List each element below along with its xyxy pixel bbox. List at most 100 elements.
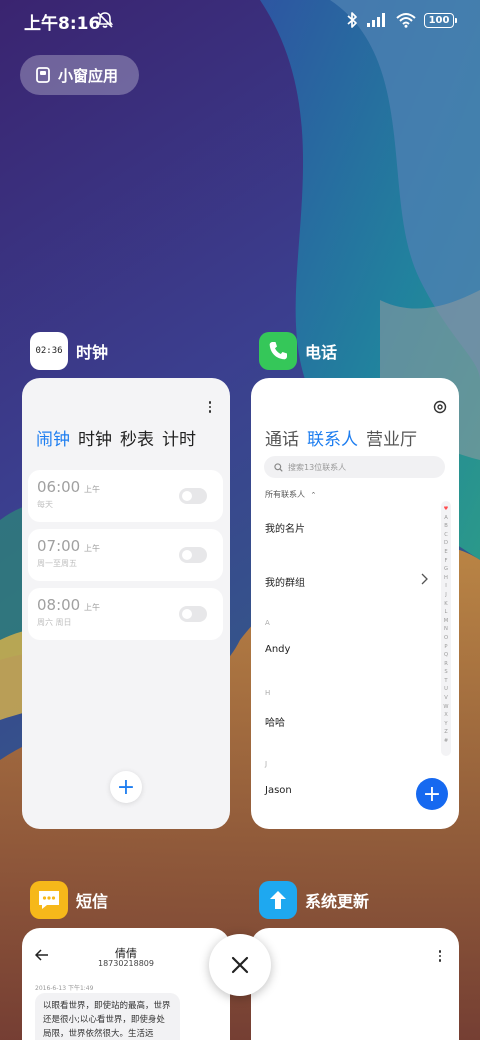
- alarm-repeat: 每天: [37, 500, 53, 509]
- index-letter[interactable]: V: [444, 694, 448, 703]
- index-letter[interactable]: #: [444, 737, 448, 746]
- clock-app-header[interactable]: 02:36 时钟: [30, 332, 108, 370]
- contact-row[interactable]: Andy: [265, 644, 290, 655]
- phone-app-header[interactable]: 电话: [259, 332, 337, 370]
- index-letter[interactable]: B: [444, 522, 448, 531]
- alarm-toggle[interactable]: [179, 547, 207, 563]
- alarm-item[interactable]: 08:00 上午 周六 周日: [28, 588, 223, 640]
- sms-app-icon: [30, 881, 68, 919]
- index-letter[interactable]: O: [444, 634, 448, 643]
- status-time: 上午8:16: [24, 14, 101, 34]
- index-letter[interactable]: W: [443, 703, 448, 712]
- phone-app-card[interactable]: 通话 联系人 营业厅 搜索13位联系人 所有联系人 ⌃ 我的名片 我的群组 A …: [251, 378, 459, 829]
- index-letter[interactable]: K: [444, 600, 447, 609]
- update-app-card[interactable]: [251, 928, 459, 1040]
- contacts-filter-dropdown[interactable]: 所有联系人 ⌃: [265, 489, 316, 500]
- update-app-title: 系统更新: [305, 892, 370, 911]
- tab-calls[interactable]: 通话: [265, 425, 299, 450]
- index-letter[interactable]: L: [445, 608, 448, 617]
- settings-icon[interactable]: [433, 400, 447, 414]
- small-window-apps-label: 小窗应用: [58, 66, 119, 85]
- index-letter[interactable]: Y: [444, 720, 447, 729]
- more-options-icon[interactable]: [203, 400, 217, 414]
- index-letter[interactable]: X: [444, 711, 448, 720]
- alarm-repeat: 周六 周日: [37, 618, 72, 627]
- my-card-row[interactable]: 我的名片: [265, 520, 305, 535]
- do-not-disturb-icon: [96, 12, 114, 28]
- contact-row[interactable]: 哈哈: [265, 714, 285, 729]
- battery-icon: 100: [424, 12, 457, 28]
- index-letter[interactable]: C: [444, 531, 448, 540]
- chevron-updown-icon: ⌃: [310, 491, 317, 499]
- more-options-icon[interactable]: [433, 949, 447, 963]
- index-letter[interactable]: I: [445, 582, 447, 591]
- sms-app-title: 短信: [76, 892, 109, 911]
- phone-icon: [269, 342, 287, 360]
- section-header: J: [265, 760, 268, 768]
- small-window-apps-button[interactable]: 小窗应用: [20, 55, 139, 95]
- clock-tabs: 闹钟 时钟 秒表 计时: [36, 425, 196, 450]
- conversation-contact-number: 18730218809: [98, 959, 154, 968]
- add-alarm-button[interactable]: +: [110, 771, 142, 803]
- index-letter[interactable]: P: [444, 643, 447, 652]
- index-letter[interactable]: E: [444, 548, 447, 557]
- arrow-up-icon: [270, 891, 286, 909]
- message-icon: [39, 891, 59, 909]
- alarm-item[interactable]: 06:00 上午 每天: [28, 470, 223, 522]
- index-letter[interactable]: F: [445, 557, 448, 566]
- wifi-icon: [396, 13, 416, 28]
- tab-timer[interactable]: 计时: [162, 425, 196, 450]
- my-groups-row[interactable]: 我的群组: [265, 574, 305, 589]
- index-letter[interactable]: G: [444, 565, 448, 574]
- phone-tabs: 通话 联系人 营业厅: [265, 425, 417, 450]
- tab-contacts[interactable]: 联系人: [307, 425, 358, 450]
- clock-app-icon: 02:36: [30, 332, 68, 370]
- add-icon: +: [116, 774, 136, 800]
- tab-clock[interactable]: 时钟: [78, 425, 112, 450]
- tab-stopwatch[interactable]: 秒表: [120, 425, 154, 450]
- index-letter[interactable]: A: [444, 514, 448, 523]
- contact-row[interactable]: Jason: [265, 785, 292, 796]
- search-icon: [274, 462, 283, 472]
- index-letter[interactable]: Q: [444, 651, 448, 660]
- index-letter[interactable]: U: [444, 685, 448, 694]
- clock-app-card[interactable]: 闹钟 时钟 秒表 计时 06:00 上午 每天 07:00 上午 周一至周五 0…: [22, 378, 230, 829]
- clock-icon-time: 02:36: [35, 346, 63, 356]
- sms-app-card[interactable]: 倩倩 18730218809 2016-6-13 下午1:49 以眼看世界，即使…: [22, 928, 230, 1040]
- index-letter[interactable]: H: [444, 574, 448, 583]
- index-letter[interactable]: T: [444, 677, 447, 686]
- alarm-ampm: 上午: [84, 603, 100, 612]
- add-contact-button[interactable]: +: [416, 778, 448, 810]
- clear-all-button[interactable]: [209, 934, 271, 996]
- index-letter[interactable]: R: [444, 660, 448, 669]
- small-window-icon: [36, 67, 50, 83]
- add-icon: +: [422, 781, 442, 807]
- tab-service-hall[interactable]: 营业厅: [366, 425, 417, 450]
- alarm-time: 08:00: [37, 596, 81, 614]
- index-letter[interactable]: D: [444, 539, 448, 548]
- index-favorites[interactable]: ♥: [444, 505, 449, 514]
- status-bar: 上午8:16 100: [0, 0, 480, 40]
- sms-app-header[interactable]: 短信: [30, 881, 108, 919]
- update-app-header[interactable]: 系统更新: [259, 881, 369, 919]
- message-bubble[interactable]: 以眼看世界，即使站的最高，世界还是很小;以心看世界，即使身处局限，世界依然很大。…: [35, 993, 180, 1040]
- index-letter[interactable]: N: [444, 625, 448, 634]
- status-icons: 100: [346, 10, 457, 30]
- alarm-item[interactable]: 07:00 上午 周一至周五: [28, 529, 223, 581]
- alphabet-index-scrollbar[interactable]: ♥ A B C D E F G H I J K L M N O P Q R S T U V W X Y Z #: [441, 501, 451, 756]
- alarm-toggle[interactable]: [179, 488, 207, 504]
- update-app-icon: [259, 881, 297, 919]
- index-letter[interactable]: S: [444, 668, 447, 677]
- index-letter[interactable]: J: [445, 591, 447, 600]
- contacts-search-input[interactable]: 搜索13位联系人: [264, 456, 445, 478]
- clock-app-title: 时钟: [76, 343, 109, 362]
- alarm-repeat: 周一至周五: [37, 559, 77, 568]
- index-letter[interactable]: Z: [444, 728, 448, 737]
- alarm-toggle[interactable]: [179, 606, 207, 622]
- phone-app-icon: [259, 332, 297, 370]
- tab-alarm[interactable]: 闹钟: [36, 425, 70, 450]
- alarm-time: 06:00: [37, 478, 81, 496]
- alarm-time: 07:00: [37, 537, 81, 555]
- index-letter[interactable]: M: [444, 617, 448, 626]
- chevron-right-icon: [421, 573, 428, 585]
